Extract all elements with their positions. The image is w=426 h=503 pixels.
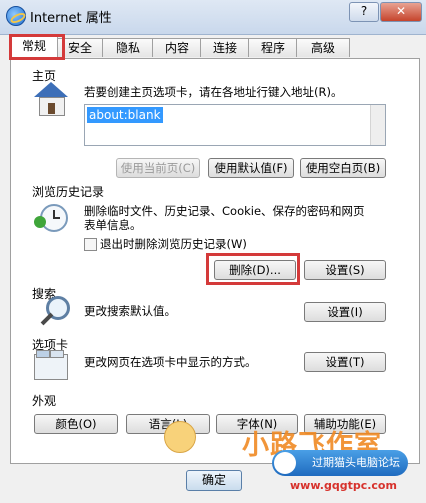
tab-connections[interactable]: 连接 <box>200 38 250 57</box>
tab-content[interactable]: 内容 <box>152 38 202 57</box>
ok-button[interactable]: 确定 <box>186 470 242 491</box>
history-settings-button[interactable]: 设置(S) <box>304 260 386 280</box>
tabs-settings-button[interactable]: 设置(T) <box>304 352 386 372</box>
site-watermark-text: www.gqgtpc.com <box>290 479 397 492</box>
colors-button[interactable]: 颜色(O) <box>34 414 118 434</box>
use-default-button[interactable]: 使用默认值(F) <box>208 158 294 178</box>
help-button[interactable]: ? <box>349 2 379 22</box>
tab-programs[interactable]: 程序 <box>248 38 298 57</box>
history-description-line1: 删除临时文件、历史记录、Cookie、保存的密码和网页 <box>84 204 365 218</box>
homepage-description: 若要创建主页选项卡，请在各地址行键入地址(R)。 <box>84 85 343 99</box>
close-button[interactable]: ✕ <box>380 2 422 22</box>
tab-security[interactable]: 安全 <box>56 38 104 57</box>
history-clock-icon <box>34 198 68 232</box>
forum-badge-text: 过期猫头电脑论坛 <box>312 456 400 469</box>
delete-on-exit-checkbox[interactable] <box>84 238 97 251</box>
delete-on-exit-label: 退出时删除浏览历史记录(W) <box>100 237 247 251</box>
homepage-address-value: about:blank <box>87 107 163 123</box>
title-bar: Internet 属性 ? ✕ <box>0 0 426 35</box>
house-icon <box>34 82 68 116</box>
tabs-description: 更改网页在选项卡中显示的方式。 <box>84 355 257 369</box>
tab-strip: 常规 安全 隐私 内容 连接 程序 高级 <box>10 36 420 58</box>
magnifier-icon <box>38 296 70 330</box>
search-settings-button[interactable]: 设置(I) <box>304 302 386 322</box>
tab-advanced[interactable]: 高级 <box>296 38 350 57</box>
window-title: Internet 属性 <box>30 11 112 26</box>
mascot-logo-icon <box>164 421 196 453</box>
delete-history-button[interactable]: 删除(D)... <box>214 260 296 280</box>
tab-general[interactable]: 常规 <box>10 36 58 58</box>
use-blank-button[interactable]: 使用空白页(B) <box>300 158 386 178</box>
appearance-section-title: 外观 <box>32 394 57 408</box>
internet-explorer-icon <box>6 6 26 26</box>
use-current-button[interactable]: 使用当前页(C) <box>116 158 200 178</box>
forum-badge: 过期猫头电脑论坛 <box>272 450 408 476</box>
address-scrollbar[interactable] <box>370 105 385 145</box>
history-description-line2: 表单信息。 <box>84 218 142 232</box>
tab-privacy[interactable]: 隐私 <box>102 38 154 57</box>
tabbed-window-icon <box>34 350 68 380</box>
search-description: 更改搜索默认值。 <box>84 304 176 318</box>
forum-logo-icon <box>274 452 296 474</box>
homepage-address-field[interactable]: about:blank <box>84 104 386 146</box>
